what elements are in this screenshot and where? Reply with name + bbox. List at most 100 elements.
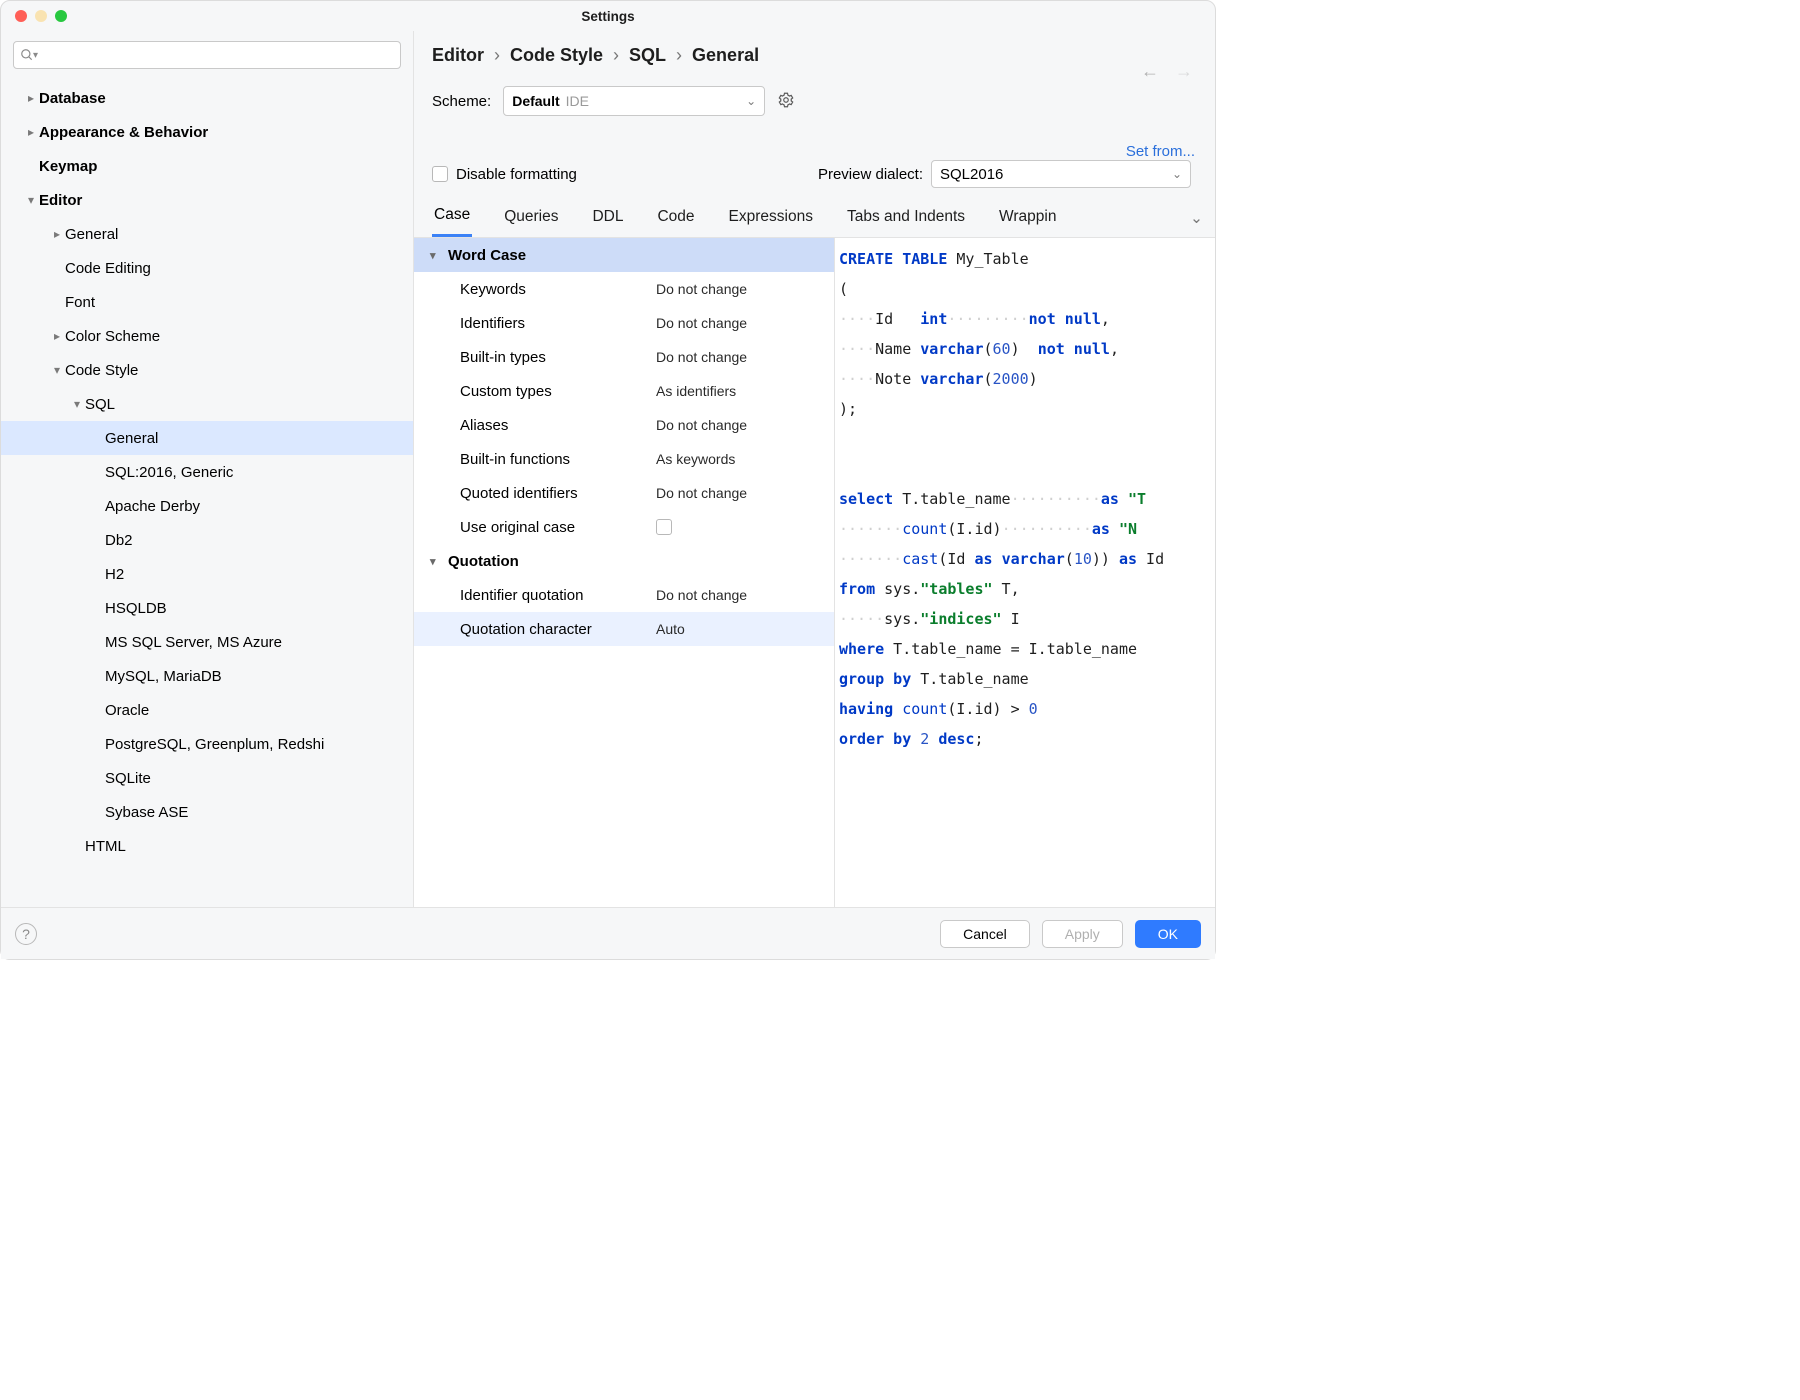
- sidebar-item-ms-sql-server-ms-azure[interactable]: MS SQL Server, MS Azure: [1, 625, 413, 659]
- sidebar-item-mysql-mariadb[interactable]: MySQL, MariaDB: [1, 659, 413, 693]
- setting-key: Identifier quotation: [460, 587, 656, 604]
- tab-expressions[interactable]: Expressions: [727, 202, 815, 236]
- code-line: );: [839, 394, 1215, 424]
- sidebar-item-sqlite[interactable]: SQLite: [1, 761, 413, 795]
- sidebar-item-db2[interactable]: Db2: [1, 523, 413, 557]
- setting-row-identifiers[interactable]: IdentifiersDo not change: [414, 306, 834, 340]
- setting-key: Keywords: [460, 281, 656, 298]
- help-icon[interactable]: ?: [15, 923, 37, 945]
- sidebar-item-code-style[interactable]: ▾Code Style: [1, 353, 413, 387]
- sidebar-item-color-scheme[interactable]: ▸Color Scheme: [1, 319, 413, 353]
- sidebar-item-sql-2016-generic[interactable]: SQL:2016, Generic: [1, 455, 413, 489]
- breadcrumb-item[interactable]: Code Style: [510, 45, 603, 66]
- sidebar-item-appearance-behavior[interactable]: ▸Appearance & Behavior: [1, 115, 413, 149]
- setting-value: Do not change: [656, 485, 747, 501]
- sidebar-item-font[interactable]: Font: [1, 285, 413, 319]
- setting-row-aliases[interactable]: AliasesDo not change: [414, 408, 834, 442]
- setting-row-built-in-functions[interactable]: Built-in functionsAs keywords: [414, 442, 834, 476]
- sidebar-item-label: SQL:2016, Generic: [105, 464, 233, 481]
- preview-dialect-select[interactable]: SQL2016 ⌄: [931, 160, 1191, 188]
- sidebar-item-code-editing[interactable]: Code Editing: [1, 251, 413, 285]
- code-line: having count(I.id) > 0: [839, 694, 1215, 724]
- settings-tree[interactable]: ▸Database▸Appearance & BehaviorKeymap▾Ed…: [1, 77, 413, 907]
- window-title: Settings: [1, 9, 1215, 24]
- code-line: [839, 454, 1215, 484]
- code-line: from sys."tables" T,: [839, 574, 1215, 604]
- code-line: select T.table_name··········as "T: [839, 484, 1215, 514]
- sidebar-item-label: General: [65, 226, 118, 243]
- footer: ? Cancel Apply OK: [1, 907, 1215, 959]
- nav-forward-icon: →: [1175, 61, 1193, 82]
- checkbox-icon[interactable]: [656, 519, 672, 535]
- apply-button: Apply: [1042, 920, 1123, 948]
- setting-row-built-in-types[interactable]: Built-in typesDo not change: [414, 340, 834, 374]
- sidebar-item-label: Code Style: [65, 362, 138, 379]
- nav-back-icon[interactable]: ←: [1141, 61, 1159, 82]
- sidebar-item-oracle[interactable]: Oracle: [1, 693, 413, 727]
- sidebar-item-general[interactable]: ▸General: [1, 217, 413, 251]
- sidebar-item-label: PostgreSQL, Greenplum, Redshi: [105, 736, 324, 753]
- setting-row-quoted-identifiers[interactable]: Quoted identifiersDo not change: [414, 476, 834, 510]
- search-input[interactable]: ▾: [13, 41, 401, 69]
- breadcrumb-item[interactable]: SQL: [629, 45, 666, 66]
- setting-value: As identifiers: [656, 383, 736, 399]
- gear-icon[interactable]: [777, 91, 795, 112]
- sidebar-item-keymap[interactable]: Keymap: [1, 149, 413, 183]
- sidebar-item-apache-derby[interactable]: Apache Derby: [1, 489, 413, 523]
- setting-key: Aliases: [460, 417, 656, 434]
- set-from-link[interactable]: Set from...: [1126, 143, 1195, 160]
- ok-button[interactable]: OK: [1135, 920, 1201, 948]
- code-line: order by 2 desc;: [839, 724, 1215, 754]
- chevron-right-icon: ›: [613, 45, 619, 66]
- sidebar-item-label: Keymap: [39, 158, 97, 175]
- sidebar-item-label: SQLite: [105, 770, 151, 787]
- tab-code[interactable]: Code: [655, 202, 696, 236]
- sidebar-item-h2[interactable]: H2: [1, 557, 413, 591]
- sidebar-item-label: H2: [105, 566, 124, 583]
- code-line: ·······cast(Id as varchar(10)) as Id: [839, 544, 1215, 574]
- chevron-down-icon: ▾: [69, 397, 85, 411]
- disable-formatting-checkbox[interactable]: Disable formatting: [432, 166, 577, 183]
- tab-queries[interactable]: Queries: [502, 202, 560, 236]
- titlebar: Settings: [1, 1, 1215, 31]
- sidebar-item-postgresql-greenplum-redshi[interactable]: PostgreSQL, Greenplum, Redshi: [1, 727, 413, 761]
- group-quotation[interactable]: ▾Quotation: [414, 544, 834, 578]
- chevron-down-icon: ⌄: [746, 94, 756, 108]
- sidebar-item-general[interactable]: General: [1, 421, 413, 455]
- setting-row-identifier-quotation[interactable]: Identifier quotationDo not change: [414, 578, 834, 612]
- sidebar-item-label: Oracle: [105, 702, 149, 719]
- sidebar-item-editor[interactable]: ▾Editor: [1, 183, 413, 217]
- group-word-case[interactable]: ▾Word Case: [414, 238, 834, 272]
- breadcrumb-item: General: [692, 45, 759, 66]
- cancel-button[interactable]: Cancel: [940, 920, 1030, 948]
- sidebar-item-html[interactable]: HTML: [1, 829, 413, 863]
- setting-row-custom-types[interactable]: Custom typesAs identifiers: [414, 374, 834, 408]
- tab-tabs-and-indents[interactable]: Tabs and Indents: [845, 202, 967, 236]
- setting-row-keywords[interactable]: KeywordsDo not change: [414, 272, 834, 306]
- tabs: Case Queries DDL Code Expressions Tabs and In…: [414, 188, 1215, 237]
- checkbox-icon: [432, 166, 448, 182]
- setting-row-quotation-character[interactable]: Quotation characterAuto: [414, 612, 834, 646]
- chevron-down-icon: ▾: [430, 249, 448, 262]
- sidebar-item-sybase-ase[interactable]: Sybase ASE: [1, 795, 413, 829]
- tab-ddl[interactable]: DDL: [590, 202, 625, 236]
- tab-case[interactable]: Case: [432, 200, 472, 237]
- sidebar-item-label: Db2: [105, 532, 133, 549]
- tab-wrappin[interactable]: Wrappin: [997, 202, 1058, 236]
- sidebar-item-label: Editor: [39, 192, 82, 209]
- code-line: ·····sys."indices" I: [839, 604, 1215, 634]
- sidebar: ▾ ▸Database▸Appearance & Behavior Keymap ▾…: [1, 31, 414, 907]
- setting-key: Use original case: [460, 519, 656, 536]
- sidebar-item-hsqldb[interactable]: HSQLDB: [1, 591, 413, 625]
- sidebar-item-label: General: [105, 430, 158, 447]
- setting-value: Do not change: [656, 349, 747, 365]
- sidebar-item-sql[interactable]: ▾SQL: [1, 387, 413, 421]
- tabs-more-icon[interactable]: ⌄: [1190, 209, 1203, 228]
- sidebar-item-database[interactable]: ▸Database: [1, 81, 413, 115]
- breadcrumb-item[interactable]: Editor: [432, 45, 484, 66]
- sidebar-item-label: Code Editing: [65, 260, 151, 277]
- scheme-select[interactable]: Default IDE ⌄: [503, 86, 765, 116]
- breadcrumb: Editor›Code Style›SQL›General: [432, 45, 1197, 66]
- settings-window: Settings ▾ ▸Database▸Appearance & Behavi…: [0, 0, 1216, 960]
- setting-row-use-original-case[interactable]: Use original case: [414, 510, 834, 544]
